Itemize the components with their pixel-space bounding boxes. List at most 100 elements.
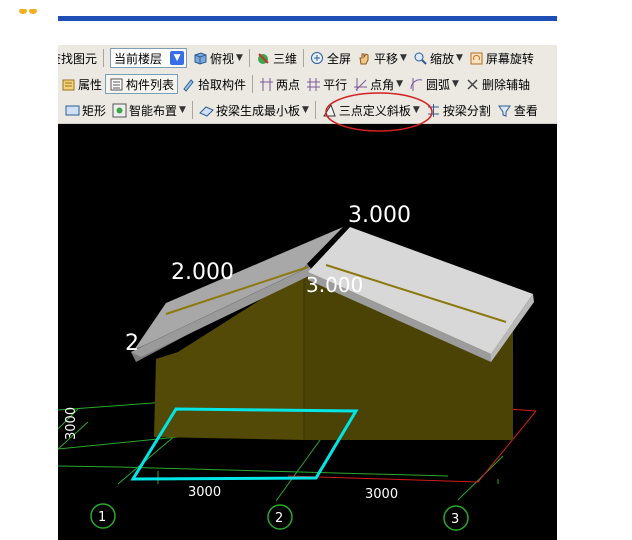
slope-slab-icon bbox=[322, 103, 336, 116]
find-element-button[interactable]: 查找图元 bbox=[58, 47, 100, 69]
toolbar-separator bbox=[191, 101, 193, 119]
split-icon bbox=[427, 103, 439, 117]
corner-app-icon bbox=[18, 0, 40, 14]
axis-two-points-icon bbox=[260, 77, 274, 91]
point-angle-label: 点角 bbox=[370, 77, 395, 92]
delete-aux-axis-label: 删除辅轴 bbox=[481, 77, 530, 92]
parallel-button[interactable]: 平行 bbox=[303, 73, 350, 95]
properties-label: 属性 bbox=[78, 77, 103, 92]
rotate-icon bbox=[470, 52, 483, 64]
axis-marker-3: 3 bbox=[443, 505, 469, 531]
elevation-label-bottom-left: 2 bbox=[125, 331, 139, 356]
pick-component-button[interactable]: 拾取构件 bbox=[178, 73, 249, 95]
elevation-label-left: 2.000 bbox=[171, 260, 234, 285]
grid-line bbox=[58, 465, 119, 468]
properties-button[interactable]: 属性 bbox=[58, 73, 105, 95]
top-view-button[interactable]: 俯视 ▼ bbox=[190, 47, 246, 69]
dropdown-caret-icon: ▼ bbox=[236, 53, 243, 63]
three-point-slope-button[interactable]: 三点定义斜板 ▼ bbox=[319, 99, 423, 121]
screen-rotate-label: 屏幕旋转 bbox=[485, 51, 534, 66]
dropdown-caret-icon: ▼ bbox=[452, 79, 459, 89]
toolbar-separator bbox=[252, 75, 254, 93]
beam-slab-icon bbox=[199, 105, 214, 117]
smart-layout-button[interactable]: 智能布置 ▼ bbox=[109, 99, 189, 121]
delete-cross-icon bbox=[467, 78, 478, 90]
grid-line bbox=[117, 466, 449, 477]
pan-button[interactable]: 平移 ▼ bbox=[354, 47, 410, 69]
dropdown-caret-icon: ▼ bbox=[412, 105, 420, 115]
pan-label: 平移 bbox=[374, 51, 399, 66]
axis-angle-icon bbox=[354, 77, 368, 91]
zoom-button[interactable]: 缩放 ▼ bbox=[410, 47, 466, 69]
dimension-label-x1: 3000 bbox=[188, 485, 221, 500]
beam-split-button[interactable]: 按梁分割 bbox=[423, 99, 494, 121]
dropdown-caret-icon: ▼ bbox=[301, 105, 309, 115]
application-window: 查找图元 当前楼层 ▼ 俯视 ▼ 三维 全屏 平移 ▼ 缩放 bbox=[58, 16, 557, 540]
toolbar-spacer bbox=[58, 21, 557, 45]
axis-label-1: 1 bbox=[98, 510, 106, 525]
cube-icon bbox=[194, 51, 207, 65]
zoom-label: 缩放 bbox=[429, 51, 454, 66]
hand-icon bbox=[359, 52, 369, 64]
beam-min-slab-button[interactable]: 按梁生成最小板 ▼ bbox=[196, 99, 312, 121]
view-button[interactable]: 查看 bbox=[494, 99, 541, 121]
two-points-label: 两点 bbox=[276, 77, 301, 92]
rectangle-label: 矩形 bbox=[82, 103, 107, 118]
screen-rotate-button[interactable]: 屏幕旋转 bbox=[466, 47, 537, 69]
toolbar-separator bbox=[103, 49, 105, 67]
axis-parallel-icon bbox=[307, 77, 321, 91]
axis-label-2: 2 bbox=[275, 511, 283, 526]
dropdown-caret-icon: ▼ bbox=[400, 53, 407, 63]
find-element-label: 查找图元 bbox=[58, 51, 98, 66]
axis-marker-1: 1 bbox=[90, 503, 116, 529]
list-icon bbox=[110, 78, 123, 90]
toolbar-separator bbox=[302, 49, 304, 67]
fullscreen-button[interactable]: 全屏 bbox=[307, 47, 354, 69]
beam-split-label: 按梁分割 bbox=[442, 103, 491, 118]
pick-icon bbox=[183, 78, 194, 92]
point-angle-button[interactable]: 点角 ▼ bbox=[350, 73, 406, 95]
dropdown-caret-icon: ▼ bbox=[396, 79, 404, 89]
smart-layout-icon bbox=[112, 103, 127, 117]
three-d-label: 三维 bbox=[272, 51, 297, 66]
chevron-down-icon: ▼ bbox=[170, 51, 185, 65]
component-list-button[interactable]: 构件列表 bbox=[105, 74, 179, 94]
toolbar-view: 查找图元 当前楼层 ▼ 俯视 ▼ 三维 全屏 平移 ▼ 缩放 bbox=[58, 45, 557, 72]
beam-min-slab-label: 按梁生成最小板 bbox=[215, 103, 300, 118]
dimension-label-vertical: 3000 bbox=[64, 407, 79, 440]
view-label: 查看 bbox=[513, 103, 538, 118]
smart-layout-label: 智能布置 bbox=[129, 103, 178, 118]
fullscreen-label: 全屏 bbox=[326, 51, 351, 66]
two-points-button[interactable]: 两点 bbox=[256, 73, 303, 95]
zoom-fit-icon bbox=[310, 51, 323, 64]
toolbar-slab: 矩形 智能布置 ▼ 按梁生成最小板 ▼ 三点定义斜板 ▼ 按梁分割 查看 bbox=[58, 97, 557, 124]
elevation-label-middle: 3.000 bbox=[306, 273, 363, 297]
arc-button[interactable]: 圆弧 ▼ bbox=[406, 73, 462, 95]
three-d-button[interactable]: 三维 bbox=[253, 47, 300, 69]
view-icon bbox=[497, 105, 511, 117]
axis-label-3: 3 bbox=[451, 512, 459, 527]
dimension-label-x2: 3000 bbox=[365, 487, 398, 502]
top-view-label: 俯视 bbox=[210, 51, 235, 66]
floor-select[interactable]: 当前楼层 ▼ bbox=[110, 48, 188, 68]
component-list-label: 构件列表 bbox=[126, 77, 175, 92]
elevation-label-top: 3.000 bbox=[348, 203, 411, 228]
3d-view-icon bbox=[257, 52, 269, 64]
3d-viewport[interactable]: 3.000 2.000 3.000 2 3000 3000 3000 1 2 3 bbox=[58, 124, 557, 540]
grid-line bbox=[457, 455, 504, 501]
toolbar-separator bbox=[314, 101, 316, 119]
axis-marker-2: 2 bbox=[267, 504, 293, 530]
delete-aux-axis-button[interactable]: 删除辅轴 bbox=[462, 73, 533, 95]
rectangle-button[interactable]: 矩形 bbox=[62, 99, 109, 121]
floor-select-value: 当前楼层 bbox=[114, 51, 163, 66]
parallel-label: 平行 bbox=[323, 77, 348, 92]
axis-arc-icon bbox=[410, 77, 423, 91]
scene-drawing: 3.000 2.000 3.000 2 3000 3000 3000 1 2 3 bbox=[58, 203, 537, 531]
properties-icon bbox=[62, 79, 75, 90]
rectangle-icon bbox=[65, 105, 80, 115]
dropdown-caret-icon: ▼ bbox=[455, 53, 463, 63]
toolbar-axis: 属性 构件列表 拾取构件 两点 平行 点角 ▼ 圆弧 ▼ 删除辅轴 bbox=[58, 71, 557, 98]
arc-label: 圆弧 bbox=[426, 77, 451, 92]
three-point-slope-label: 三点定义斜板 bbox=[338, 103, 411, 118]
dropdown-caret-icon: ▼ bbox=[179, 105, 186, 115]
